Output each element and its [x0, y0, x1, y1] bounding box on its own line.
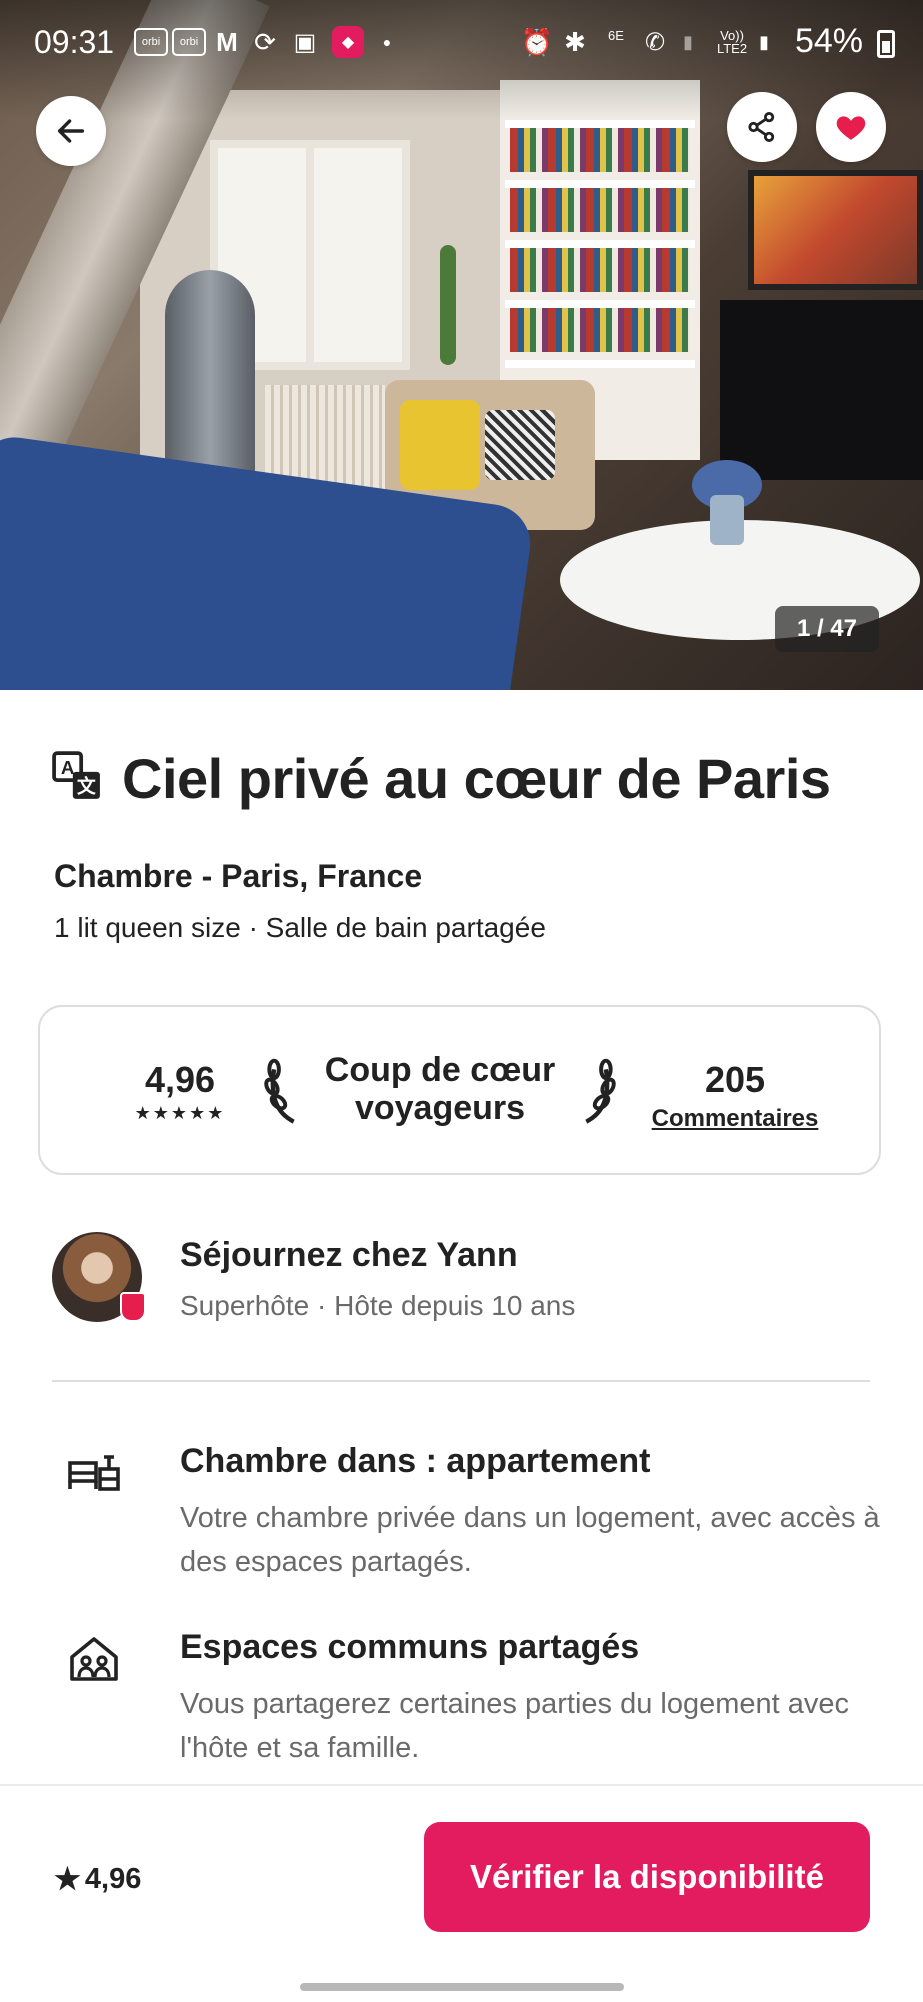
title-row: A 文 Ciel privé au cœur de Paris	[52, 746, 831, 811]
host-subtitle: Superhôte · Hôte depuis 10 ans	[180, 1290, 576, 1321]
wifi-calling-icon: ✆	[644, 28, 666, 56]
photo-pillow	[485, 410, 555, 480]
app-notification-icon: orbi	[172, 28, 206, 56]
photo-vase	[710, 495, 744, 545]
reviews-link[interactable]: Commentaires	[635, 1105, 835, 1133]
signal-icon: ▮	[759, 31, 769, 52]
lte-label: LTE2	[716, 41, 748, 56]
battery-percent: 54%	[794, 22, 863, 60]
guest-favorite-badge: Coup de cœur voyageurs	[240, 1051, 640, 1127]
reviews-count: 205	[704, 1059, 766, 1100]
check-availability-button[interactable]: Vérifier la disponibilité	[424, 1822, 870, 1932]
sync-icon: ⟳	[254, 26, 276, 57]
photo-shelf	[505, 240, 695, 248]
feature-description: Vous partagerez certaines parties du log…	[180, 1688, 850, 1764]
photo-books	[510, 188, 690, 232]
heart-icon	[836, 116, 866, 140]
room-icon	[68, 1455, 120, 1491]
wifi-label: 6E	[608, 28, 624, 43]
more-notifications-icon: ●	[382, 34, 392, 50]
share-icon	[748, 111, 775, 143]
status-time: 09:31	[34, 24, 115, 60]
guest-favorite-line1: Coup de cœur	[324, 1051, 556, 1089]
wifi-icon: 6E	[598, 28, 634, 56]
photo-counter: 1 / 47	[774, 606, 879, 652]
bottom-rating-value: 4,96	[84, 1863, 142, 1895]
reviews-block[interactable]: 205 Commentaires	[635, 1059, 835, 1133]
photo-shelf	[505, 180, 695, 188]
rating-stars: ★★★★★	[134, 1103, 226, 1123]
superhost-badge-icon	[120, 1292, 146, 1322]
bottom-booking-bar: ★ 4,96 Vérifier la disponibilité	[0, 1784, 923, 2002]
battery-icon	[877, 30, 895, 58]
lte-icon: Vo)) LTE2	[712, 28, 752, 56]
photo-pillow	[400, 400, 480, 490]
airbnb-app-icon: ◆	[332, 26, 364, 58]
guest-favorite-line2: voyageurs	[354, 1089, 526, 1127]
back-arrow-icon	[57, 119, 85, 143]
alarm-icon: ⏰	[520, 26, 554, 57]
rating-score-block: 4,96 ★★★★★	[100, 1059, 260, 1124]
svg-text:A: A	[61, 757, 75, 778]
listing-details: 1 lit queen size · Salle de bain partagé…	[54, 912, 546, 943]
listing-title: Ciel privé au cœur de Paris	[122, 747, 831, 810]
app-notification-icon: orbi	[134, 28, 168, 56]
laurel-left-icon	[264, 1058, 295, 1124]
rating-card[interactable]: 4,96 ★★★★★ Coup de cœur voyageurs 205 Co…	[38, 1005, 881, 1175]
photo-books	[510, 308, 690, 352]
photo-shelf	[505, 300, 695, 308]
gallery-icon: ▣	[293, 28, 317, 56]
share-button[interactable]	[727, 92, 797, 162]
photo-books	[510, 248, 690, 292]
favorite-button[interactable]	[816, 92, 886, 162]
laurel-right-icon	[585, 1058, 616, 1124]
feature-item: Chambre dans : appartement Votre chambre…	[52, 1442, 880, 1592]
svg-text:文: 文	[77, 775, 96, 797]
back-button[interactable]	[36, 96, 106, 166]
translate-icon[interactable]: A 文	[52, 751, 102, 806]
gmail-icon: M	[216, 26, 238, 57]
feature-title: Chambre dans : appartement	[180, 1442, 651, 1480]
home-shared-icon	[70, 1637, 118, 1681]
photo-shelf	[505, 360, 695, 368]
photo-painting	[748, 170, 923, 290]
section-divider	[52, 1380, 870, 1382]
photo-cactus	[440, 245, 456, 365]
photo-shelf	[505, 120, 695, 128]
feature-item: Espaces communs partagés Vous partagerez…	[52, 1628, 872, 1778]
photo-tv	[720, 300, 923, 480]
host-section[interactable]: Séjournez chez Yann Superhôte · Hôte dep…	[52, 1232, 872, 1332]
status-bar: 09:31 orbi orbi M ⟳ ▣ ◆ ● ⏰ ✱ 6E ✆ ▮ Vo)…	[0, 0, 923, 86]
listing-type-location: Chambre - Paris, France	[54, 858, 423, 894]
star-icon: ★	[54, 1863, 81, 1896]
rating-score: 4,96	[144, 1059, 216, 1100]
bottom-rating: ★ 4,96	[54, 1862, 141, 1897]
feature-description: Votre chambre privée dans un logement, a…	[180, 1502, 880, 1578]
host-name: Séjournez chez Yann	[180, 1236, 518, 1274]
signal-icon: ▮	[683, 31, 693, 52]
home-indicator[interactable]	[300, 1983, 624, 1991]
guest-favorite-label: Coup de cœur voyageurs	[325, 1051, 555, 1127]
photo-books	[510, 128, 690, 172]
feature-title: Espaces communs partagés	[180, 1628, 640, 1666]
bluetooth-icon: ✱	[564, 26, 586, 57]
